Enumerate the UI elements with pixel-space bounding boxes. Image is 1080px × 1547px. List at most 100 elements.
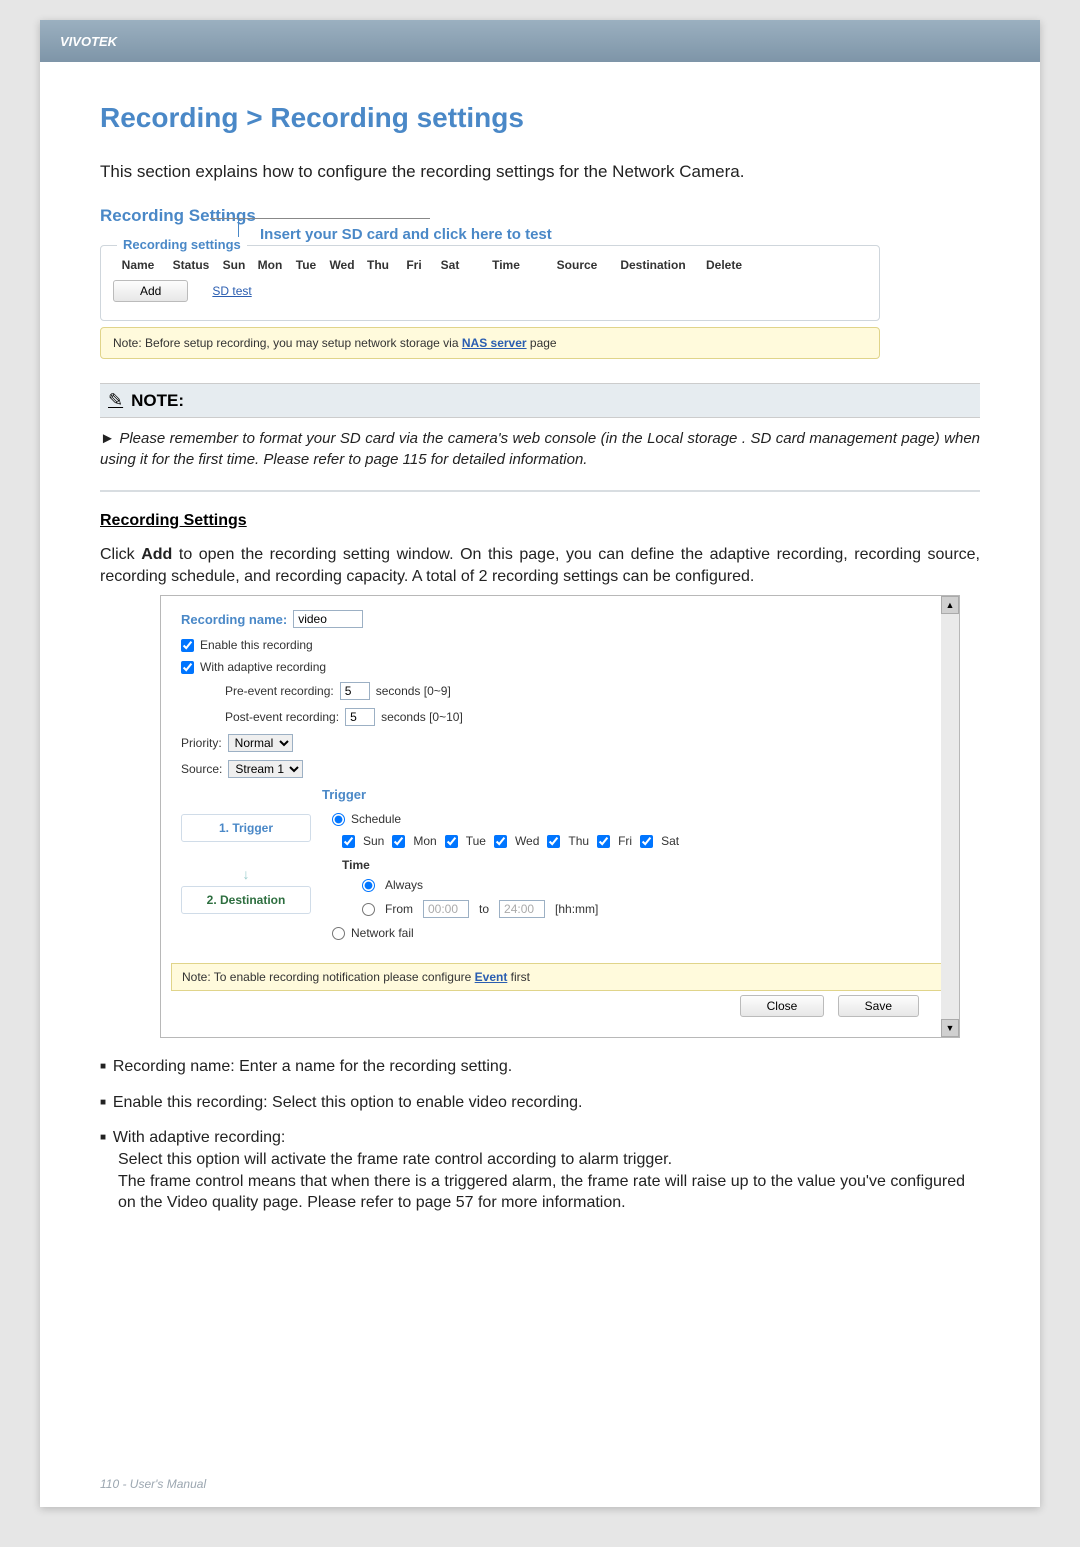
col-destination: Destination (613, 258, 693, 272)
step-column: 1. Trigger ↓ 2. Destination (181, 786, 311, 949)
pre-event-input[interactable] (340, 682, 370, 700)
close-button[interactable]: Close (740, 995, 825, 1017)
to-label: to (479, 902, 489, 916)
pre-event-label: Pre-event recording: (225, 684, 334, 698)
day-wed-checkbox[interactable] (494, 835, 507, 848)
from-radio[interactable] (362, 903, 375, 916)
day-mon-checkbox[interactable] (392, 835, 405, 848)
step-destination[interactable]: 2. Destination (181, 886, 311, 914)
add-row: Add SD test (101, 272, 879, 310)
day-fri-checkbox[interactable] (597, 835, 610, 848)
from-label: From (385, 902, 413, 916)
callout-line (210, 218, 430, 219)
days-row: Sun Mon Tue Wed Thu Fri Sat (342, 834, 928, 848)
network-fail-label: Network fail (351, 926, 414, 940)
content: Recording > Recording settings This sect… (40, 62, 1040, 1214)
day-tue: Tue (466, 834, 486, 848)
always-radio[interactable] (362, 879, 375, 892)
day-sat: Sat (661, 834, 679, 848)
day-thu-checkbox[interactable] (547, 835, 560, 848)
recording-name-label: Recording name: (181, 612, 287, 627)
post-event-input[interactable] (345, 708, 375, 726)
sd-test-link[interactable]: SD test (212, 284, 251, 298)
day-tue-checkbox[interactable] (445, 835, 458, 848)
step-arrow-icon: ↓ (181, 866, 311, 882)
col-fri: Fri (399, 258, 429, 272)
source-row: Source: Stream 1 (181, 760, 929, 778)
recording-panel-wrap: ▲ ▼ Recording name: Enable this recordin… (160, 595, 980, 1038)
nas-server-link[interactable]: NAS server (462, 336, 527, 350)
panel-note-strip: Note: To enable recording notification p… (171, 963, 947, 991)
page-footer: 110 - User's Manual (100, 1477, 206, 1491)
day-sun-checkbox[interactable] (342, 835, 355, 848)
add-para-prefix: Click (100, 546, 141, 563)
bullet-adaptive-line2: The frame control means that when there … (118, 1171, 980, 1214)
panel-inner: Recording name: Enable this recording Wi… (161, 596, 959, 1037)
recording-name-row: Recording name: (181, 610, 929, 628)
day-thu: Thu (568, 834, 589, 848)
source-label: Source: (181, 762, 222, 776)
bullet-adaptive-head: With adaptive recording: (113, 1129, 286, 1146)
note-body: ► Please remember to format your SD card… (100, 428, 980, 470)
pre-event-suffix: seconds [0~9] (376, 684, 451, 698)
note-separator (100, 490, 980, 492)
recording-table-header: Name Status Sun Mon Tue Wed Thu Fri Sat … (101, 258, 879, 272)
brand-header: VIVOTEK (40, 20, 1040, 62)
add-button[interactable]: Add (113, 280, 188, 302)
priority-select[interactable]: Normal (228, 734, 293, 752)
col-mon: Mon (255, 258, 285, 272)
trigger-group: Trigger Schedule Sun Mon Tue Wed Thu (321, 786, 929, 949)
col-status: Status (169, 258, 213, 272)
post-event-row: Post-event recording: seconds [0~10] (225, 708, 929, 726)
intro-text: This section explains how to configure t… (100, 162, 980, 182)
scrollbar[interactable]: ▲ ▼ (941, 596, 959, 1037)
note-body-text: Please remember to format your SD card v… (100, 430, 980, 468)
brand-name: VIVOTEK (60, 34, 117, 49)
always-row: Always (362, 878, 928, 892)
priority-row: Priority: Normal (181, 734, 929, 752)
to-input[interactable] (499, 900, 545, 918)
nas-note-strip: Note: Before setup recording, you may se… (100, 327, 880, 359)
step-trigger[interactable]: 1. Trigger (181, 814, 311, 842)
col-wed: Wed (327, 258, 357, 272)
nas-note-suffix: page (527, 336, 557, 350)
day-sat-checkbox[interactable] (640, 835, 653, 848)
bullet-enable-recording: Enable this recording: Select this optio… (100, 1092, 980, 1114)
schedule-radio[interactable] (332, 813, 345, 826)
add-para-bold: Add (141, 546, 172, 563)
note-arrow: ► (100, 430, 115, 447)
source-select[interactable]: Stream 1 (228, 760, 303, 778)
scroll-down-icon[interactable]: ▼ (941, 1019, 959, 1037)
post-event-label: Post-event recording: (225, 710, 339, 724)
recording-name-input[interactable] (293, 610, 363, 628)
network-fail-radio[interactable] (332, 927, 345, 940)
col-tue: Tue (291, 258, 321, 272)
priority-label: Priority: (181, 736, 222, 750)
pencil-icon: ✎ (108, 390, 123, 411)
schedule-label: Schedule (351, 812, 401, 826)
save-button[interactable]: Save (838, 995, 919, 1017)
time-heading: Time (342, 858, 928, 872)
adaptive-recording-checkbox[interactable] (181, 661, 194, 674)
enable-recording-checkbox[interactable] (181, 639, 194, 652)
panel-note-prefix: Note: To enable recording notification p… (182, 970, 475, 984)
bullet-adaptive-line1: Select this option will activate the fra… (118, 1149, 980, 1171)
always-label: Always (385, 878, 423, 892)
recording-settings-box: Recording settings Name Status Sun Mon T… (100, 245, 880, 321)
col-time: Time (471, 258, 541, 272)
insert-sd-callout: Insert your SD card and click here to te… (260, 226, 980, 243)
page: VIVOTEK Recording > Recording settings T… (40, 20, 1040, 1507)
recording-settings-heading: Recording Settings (100, 206, 980, 226)
event-link[interactable]: Event (475, 970, 508, 984)
from-input[interactable] (423, 900, 469, 918)
bullet-adaptive: With adaptive recording: Select this opt… (100, 1127, 980, 1213)
day-wed: Wed (515, 834, 539, 848)
bullet-recording-name: Recording name: Enter a name for the rec… (100, 1056, 980, 1078)
pre-event-row: Pre-event recording: seconds [0~9] (225, 682, 929, 700)
bullet-list: Recording name: Enter a name for the rec… (100, 1056, 980, 1214)
enable-recording-label: Enable this recording (200, 638, 313, 652)
add-para-suffix: to open the recording setting window. On… (100, 546, 980, 585)
scroll-up-icon[interactable]: ▲ (941, 596, 959, 614)
note-header: ✎ NOTE: (100, 383, 980, 418)
trigger-layout: 1. Trigger ↓ 2. Destination Trigger Sche… (181, 786, 929, 949)
